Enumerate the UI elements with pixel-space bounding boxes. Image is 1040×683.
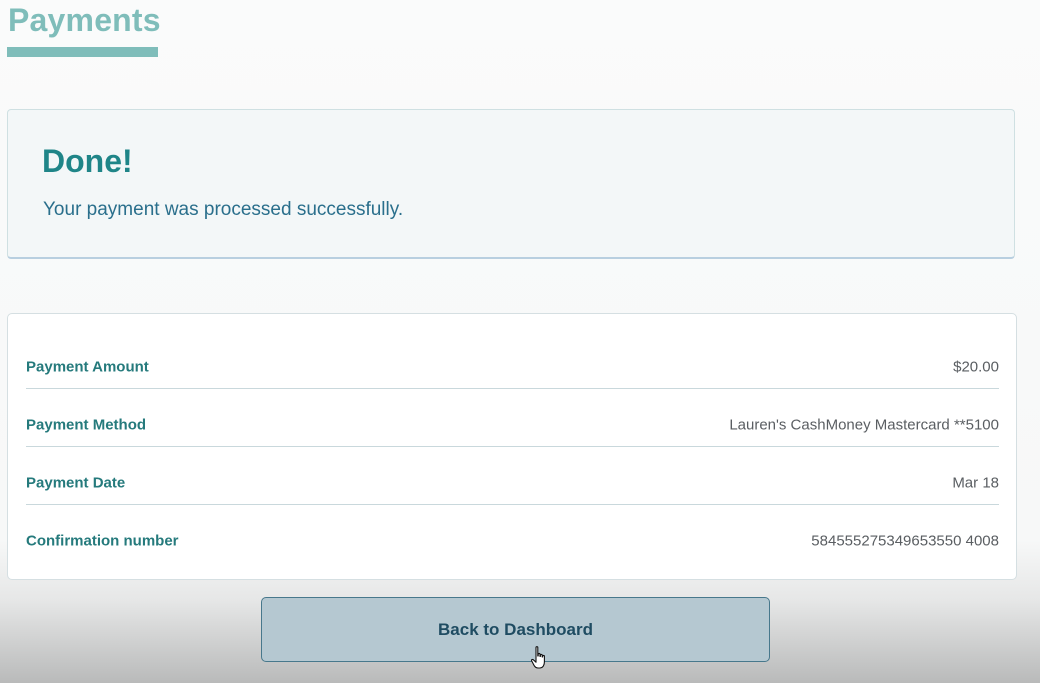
detail-row-payment-method: Payment Method Lauren's CashMoney Master… <box>26 389 999 447</box>
detail-row-payment-date: Payment Date Mar 18 <box>26 447 999 505</box>
payment-date-value: Mar 18 <box>952 474 999 492</box>
payment-amount-value: $20.00 <box>953 358 999 376</box>
payment-method-label: Payment Method <box>26 416 147 434</box>
confirmation-number-label: Confirmation number <box>26 532 179 550</box>
detail-row-confirmation-number: Confirmation number 584555275349653550 4… <box>26 505 999 563</box>
detail-row-payment-amount: Payment Amount $20.00 <box>26 331 999 389</box>
payments-page: Payments Done! Your payment was processe… <box>0 0 1040 683</box>
back-to-dashboard-button[interactable]: Back to Dashboard <box>261 597 770 662</box>
success-card: Done! Your payment was processed success… <box>7 109 1015 259</box>
title-underline <box>7 47 158 57</box>
payment-details-card: Payment Amount $20.00 Payment Method Lau… <box>7 313 1017 580</box>
success-heading: Done! <box>42 143 133 179</box>
payment-amount-label: Payment Amount <box>26 358 149 376</box>
payment-method-value: Lauren's CashMoney Mastercard **5100 <box>729 416 999 434</box>
payment-date-label: Payment Date <box>26 474 126 492</box>
success-message: Your payment was processed successfully. <box>43 199 404 220</box>
confirmation-number-value: 584555275349653550 4008 <box>811 532 999 550</box>
page-title: Payments <box>8 2 161 38</box>
